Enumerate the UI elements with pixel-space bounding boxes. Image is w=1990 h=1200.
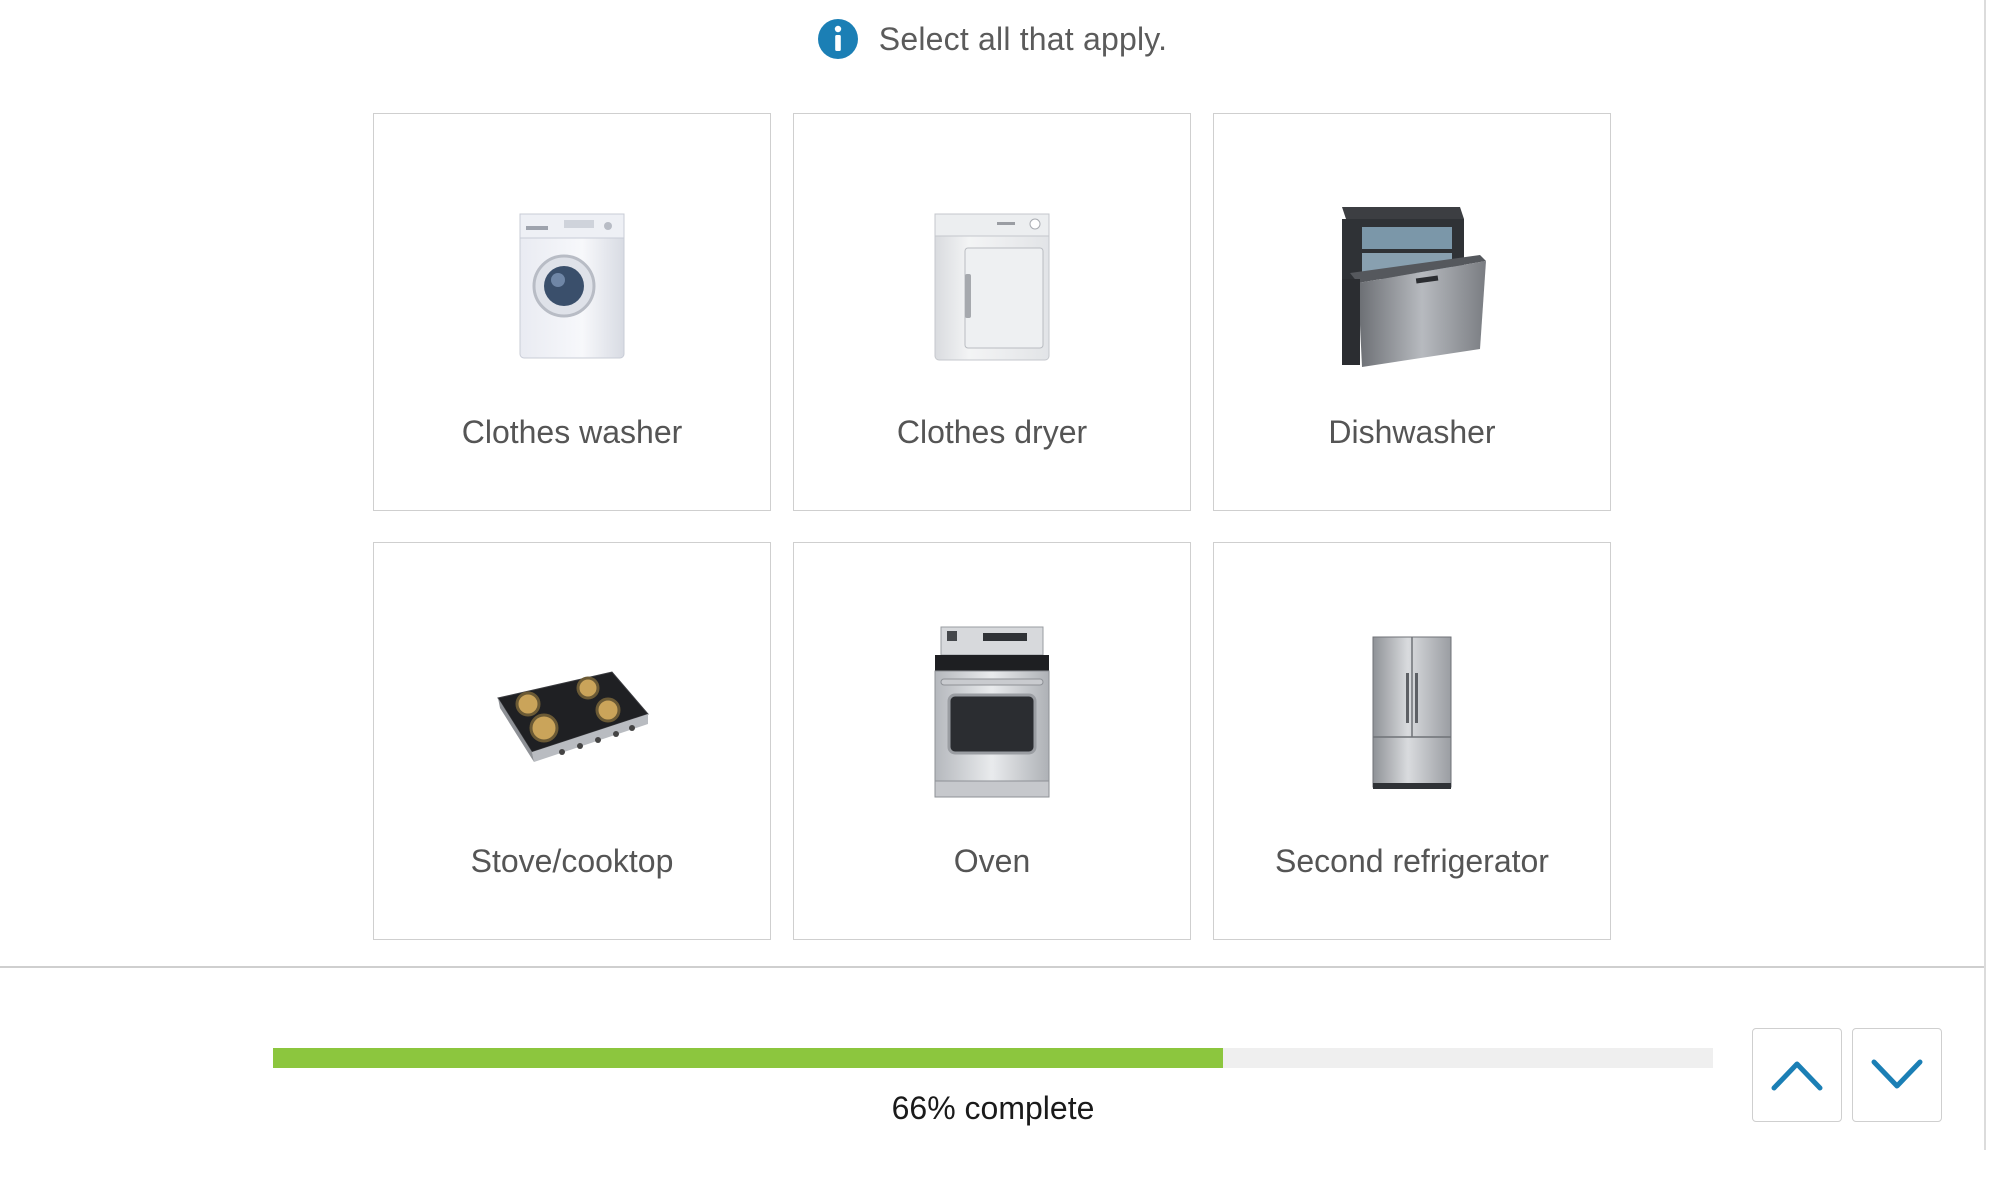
info-icon	[817, 18, 859, 60]
next-question-button[interactable]	[1852, 1028, 1942, 1122]
instruction-text: Select all that apply.	[878, 20, 1168, 57]
dishwasher-icon	[1214, 194, 1610, 374]
page-right-border	[1984, 0, 1986, 1150]
option-stove-cooktop[interactable]: Stove/cooktop	[373, 542, 771, 940]
options-grid: Clothes washer Clothes dryer Dishwasher …	[373, 113, 1613, 940]
clothes-washer-icon	[374, 194, 770, 374]
stove-cooktop-icon	[374, 623, 770, 803]
chevron-down-icon	[1870, 1058, 1924, 1092]
footer-divider	[0, 966, 1984, 968]
refrigerator-icon	[1214, 623, 1610, 803]
option-dishwasher[interactable]: Dishwasher	[1213, 113, 1611, 511]
option-label: Stove/cooktop	[470, 843, 674, 879]
option-label: Clothes dryer	[896, 414, 1088, 450]
progress-label: 66% complete	[891, 1090, 1095, 1126]
option-second-refrigerator[interactable]: Second refrigerator	[1213, 542, 1611, 940]
oven-icon	[794, 623, 1190, 803]
progress-bar	[273, 1048, 1713, 1068]
progress-bar-fill	[273, 1048, 1224, 1068]
option-label: Clothes washer	[461, 414, 683, 450]
option-label: Dishwasher	[1328, 414, 1496, 450]
previous-question-button[interactable]	[1752, 1028, 1842, 1122]
option-label: Second refrigerator	[1275, 843, 1549, 879]
option-clothes-dryer[interactable]: Clothes dryer	[793, 113, 1191, 511]
option-label: Oven	[953, 843, 1031, 879]
option-clothes-washer[interactable]: Clothes washer	[373, 113, 771, 511]
chevron-up-icon	[1770, 1058, 1824, 1092]
option-oven[interactable]: Oven	[793, 542, 1191, 940]
clothes-dryer-icon	[794, 194, 1190, 374]
instruction-banner: Select all that apply.	[0, 18, 1984, 60]
